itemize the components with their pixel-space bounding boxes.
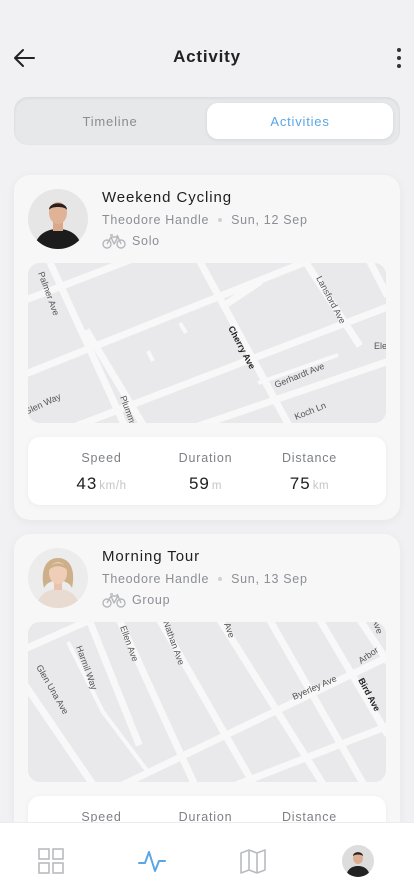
tab-timeline[interactable]: Timeline bbox=[20, 103, 200, 139]
stat-label: Distance bbox=[281, 451, 338, 465]
more-options-button[interactable] bbox=[390, 44, 408, 72]
bottom-nav bbox=[0, 822, 414, 896]
nav-activity[interactable] bbox=[134, 843, 170, 879]
app-header: Activity bbox=[0, 0, 414, 96]
stats-panel: Speed 43 km/h Duration 59 m Distance 75 km bbox=[28, 437, 386, 505]
stat-speed: Speed 43 km/h bbox=[42, 437, 161, 505]
bicycle-icon bbox=[102, 593, 126, 608]
avatar bbox=[28, 548, 88, 608]
grid-icon bbox=[38, 848, 64, 874]
activity-type: Solo bbox=[102, 233, 160, 249]
stat-value: 59 bbox=[188, 474, 210, 493]
nav-profile[interactable] bbox=[340, 843, 376, 879]
stat-label: Speed bbox=[81, 451, 122, 465]
route-map[interactable]: Ellen Ave Nathan Ave Ave Ave Harmil Way … bbox=[28, 622, 386, 782]
activity-title: Morning Tour bbox=[102, 548, 201, 565]
activity-date: Sun, 12 Sep bbox=[231, 213, 308, 227]
separator-dot bbox=[218, 577, 223, 581]
user-name: Theodore Handle bbox=[102, 213, 210, 227]
activity-type-label: Solo bbox=[132, 234, 160, 248]
route-map[interactable]: Palmer Ave Lansford Ave Cherry Ave Gerha… bbox=[28, 263, 386, 423]
stat-unit: km bbox=[312, 480, 330, 492]
stat-unit: km/h bbox=[99, 480, 127, 492]
stat-unit: m bbox=[211, 480, 223, 492]
avatar bbox=[28, 189, 88, 249]
stat-duration: Duration 59 m bbox=[146, 437, 265, 505]
bicycle-icon bbox=[102, 234, 126, 249]
activity-meta: Theodore Handle Sun, 13 Sep bbox=[102, 572, 308, 586]
activity-title: Weekend Cycling bbox=[102, 189, 232, 206]
map-icon bbox=[240, 849, 266, 874]
nav-map[interactable] bbox=[235, 843, 271, 879]
stat-distance: Distance 75 km bbox=[250, 437, 369, 505]
separator-dot bbox=[218, 218, 223, 222]
profile-avatar bbox=[342, 845, 374, 877]
nav-dashboard[interactable] bbox=[33, 843, 69, 879]
activity-card[interactable]: Weekend Cycling Theodore Handle Sun, 12 … bbox=[14, 175, 400, 520]
stat-label: Duration bbox=[178, 451, 233, 465]
stat-value: 43 bbox=[76, 474, 98, 493]
tab-activities[interactable]: Activities bbox=[207, 103, 393, 139]
stat-value: 75 bbox=[289, 474, 311, 493]
activity-meta: Theodore Handle Sun, 12 Sep bbox=[102, 213, 308, 227]
page-title: Activity bbox=[173, 47, 241, 66]
more-vertical-icon bbox=[397, 48, 401, 52]
activity-type-label: Group bbox=[132, 593, 171, 607]
map-label: Ele bbox=[374, 341, 386, 351]
activity-type: Group bbox=[102, 592, 170, 608]
segmented-control: Timeline Activities bbox=[14, 97, 400, 145]
activity-date: Sun, 13 Sep bbox=[231, 572, 308, 586]
activity-icon bbox=[138, 851, 166, 872]
user-name: Theodore Handle bbox=[102, 572, 210, 586]
